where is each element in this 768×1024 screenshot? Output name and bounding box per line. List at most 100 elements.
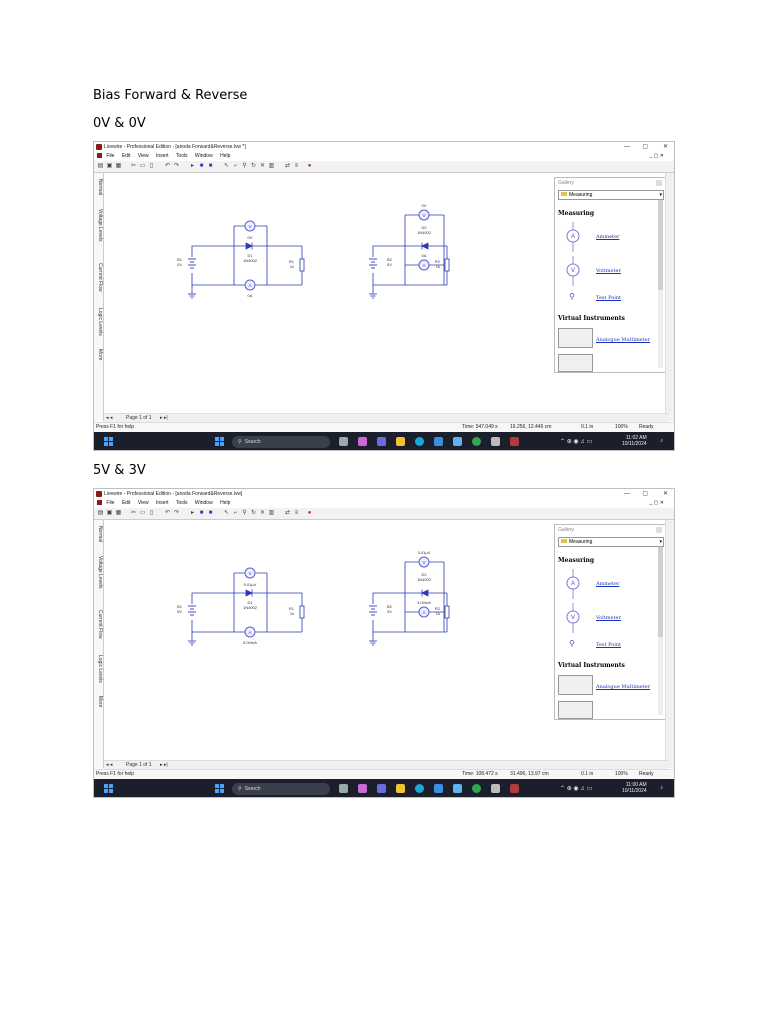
chevron-down-icon[interactable]: ▾ bbox=[659, 538, 662, 546]
battery-b1[interactable] bbox=[188, 258, 196, 269]
gallery-item-voltmeter[interactable]: Voltmeter bbox=[596, 615, 621, 621]
menu-tools[interactable]: Tools bbox=[176, 500, 188, 506]
copilot-icon[interactable] bbox=[358, 784, 367, 793]
stop-icon[interactable]: ■ bbox=[207, 163, 214, 170]
close-icon[interactable]: ✕ bbox=[663, 489, 668, 499]
menu-insert[interactable]: Insert bbox=[156, 153, 169, 159]
xbox-icon[interactable] bbox=[472, 437, 481, 446]
gallery-item-ammeter[interactable]: Ammeter bbox=[596, 234, 619, 240]
file-explorer-icon[interactable] bbox=[396, 437, 405, 446]
paste-icon[interactable]: ▯ bbox=[148, 510, 155, 517]
page-nav-arrows[interactable]: ◂ ◂ bbox=[106, 414, 112, 422]
gallery-scroll-thumb[interactable] bbox=[658, 200, 663, 290]
menu-file[interactable]: File bbox=[106, 153, 114, 159]
cut-icon[interactable]: ✂ bbox=[130, 163, 137, 170]
pause-icon[interactable]: ■ bbox=[198, 163, 205, 170]
resistor-r1[interactable] bbox=[299, 258, 305, 272]
flip-icon[interactable]: ⇄ bbox=[284, 163, 291, 170]
tab-more[interactable]: More bbox=[97, 696, 103, 707]
ammeter-d1[interactable]: A bbox=[244, 279, 256, 291]
menu-edit[interactable]: Edit bbox=[122, 500, 131, 506]
paste-icon[interactable]: ▯ bbox=[148, 163, 155, 170]
voltmeter-d2[interactable]: V bbox=[405, 556, 444, 568]
resistor-r2[interactable] bbox=[444, 258, 450, 272]
start-icon[interactable] bbox=[215, 437, 224, 446]
battery-b2[interactable] bbox=[369, 258, 377, 269]
digital-multimeter-thumbnail[interactable] bbox=[558, 354, 593, 372]
battery-b2[interactable] bbox=[369, 605, 377, 616]
teams-icon[interactable] bbox=[377, 784, 386, 793]
taskbar-search[interactable]: ⚲ Search bbox=[232, 783, 330, 795]
task-view-icon[interactable] bbox=[339, 437, 348, 446]
ammeter-d1[interactable]: A bbox=[244, 626, 256, 638]
menu-window[interactable]: Window bbox=[195, 500, 213, 506]
voltmeter-d1[interactable]: V bbox=[233, 220, 268, 246]
tab-normal[interactable]: Normal bbox=[97, 526, 103, 542]
tab-voltage-levels[interactable]: Voltage Levels bbox=[97, 209, 103, 242]
menu-window[interactable]: Window bbox=[195, 153, 213, 159]
mdi-controls[interactable]: _ ▢ ✕ bbox=[650, 499, 664, 508]
camera-icon[interactable] bbox=[491, 784, 500, 793]
copilot-icon[interactable] bbox=[358, 437, 367, 446]
menu-help[interactable]: Help bbox=[220, 500, 230, 506]
taskbar-clock[interactable]: 11:00 AM 10/11/2024 bbox=[622, 782, 647, 794]
pause-icon[interactable]: ■ bbox=[198, 510, 205, 517]
menu-view[interactable]: View bbox=[138, 153, 149, 159]
rotate-icon[interactable]: ↻ bbox=[250, 510, 257, 517]
gallery-item-test-point[interactable]: Test Point bbox=[596, 642, 621, 648]
menu-help[interactable]: Help bbox=[220, 153, 230, 159]
delete-icon[interactable]: ✕ bbox=[259, 163, 266, 170]
gallery-item-analogue-multimeter[interactable]: Analogue Multimeter bbox=[596, 337, 650, 343]
diode-d1[interactable] bbox=[245, 589, 253, 597]
gallery-category-select[interactable]: Measuring ▾ bbox=[558, 190, 664, 200]
save-icon[interactable]: ▣ bbox=[106, 510, 113, 517]
maximize-icon[interactable]: ▢ bbox=[642, 489, 648, 499]
voltmeter-d2[interactable]: V bbox=[405, 209, 444, 221]
gallery-icon[interactable]: ▥ bbox=[268, 510, 275, 517]
zoom-icon[interactable]: ⚲ bbox=[241, 510, 248, 517]
system-tray-icons[interactable]: ⌃ ⊕ ◉ ♫ ▭ bbox=[560, 785, 592, 792]
print-icon[interactable]: ▦ bbox=[115, 163, 122, 170]
horizontal-scrollbar[interactable]: ◂ ◂ Page 1 of 1 ▸ ▸| bbox=[104, 413, 668, 422]
gallery-scrollbar[interactable] bbox=[658, 200, 663, 368]
task-view-icon[interactable] bbox=[339, 784, 348, 793]
test-point-icon[interactable]: ⚲ bbox=[569, 292, 575, 301]
stop-icon[interactable]: ■ bbox=[207, 510, 214, 517]
save-icon[interactable]: ▣ bbox=[106, 163, 113, 170]
minimize-icon[interactable]: — bbox=[624, 489, 630, 499]
diode-d2[interactable] bbox=[421, 589, 429, 597]
tab-current-flow[interactable]: Current Flow bbox=[97, 610, 103, 639]
flip-icon[interactable]: ⇄ bbox=[284, 510, 291, 517]
vertical-scrollbar[interactable] bbox=[665, 173, 674, 421]
store-icon[interactable] bbox=[434, 784, 443, 793]
redo-icon[interactable]: ↷ bbox=[173, 163, 180, 170]
page-nav-next-arrows[interactable]: ▸ ▸| bbox=[160, 761, 168, 769]
maximize-icon[interactable]: ▢ bbox=[642, 142, 648, 152]
page-nav-arrows[interactable]: ◂ ◂ bbox=[106, 761, 112, 769]
gallery-category-select[interactable]: Measuring ▾ bbox=[558, 537, 664, 547]
voltmeter-icon[interactable]: V bbox=[563, 256, 583, 286]
taskbar-clock[interactable]: 11:02 AM 10/11/2024 bbox=[622, 435, 647, 447]
gallery-scroll-thumb[interactable] bbox=[658, 547, 663, 637]
edge-icon[interactable] bbox=[415, 437, 424, 446]
resistor-r1[interactable] bbox=[299, 605, 305, 619]
tab-logic-levels[interactable]: Logic Levels bbox=[97, 308, 103, 336]
rotate-icon[interactable]: ↻ bbox=[250, 163, 257, 170]
gallery-item-ammeter[interactable]: Ammeter bbox=[596, 581, 619, 587]
pointer-icon[interactable]: ↖ bbox=[223, 163, 230, 170]
horizontal-scrollbar[interactable]: ◂ ◂ Page 1 of 1 ▸ ▸| bbox=[104, 760, 668, 769]
record-icon[interactable]: ● bbox=[306, 510, 313, 517]
undo-icon[interactable]: ↶ bbox=[164, 510, 171, 517]
redo-icon[interactable]: ↷ bbox=[173, 510, 180, 517]
edge-icon[interactable] bbox=[415, 784, 424, 793]
wire-icon[interactable]: ⌐ bbox=[232, 510, 239, 517]
ammeter-icon[interactable]: A bbox=[563, 222, 583, 252]
photos-icon[interactable] bbox=[453, 437, 462, 446]
page-nav-next-arrows[interactable]: ▸ ▸| bbox=[160, 414, 168, 422]
notification-bell-icon[interactable]: ♪ bbox=[660, 785, 663, 791]
chevron-down-icon[interactable]: ▾ bbox=[659, 191, 662, 199]
gallery-item-voltmeter[interactable]: Voltmeter bbox=[596, 268, 621, 274]
camera-icon[interactable] bbox=[491, 437, 500, 446]
store-icon[interactable] bbox=[434, 437, 443, 446]
analogue-multimeter-thumbnail[interactable] bbox=[558, 675, 593, 695]
